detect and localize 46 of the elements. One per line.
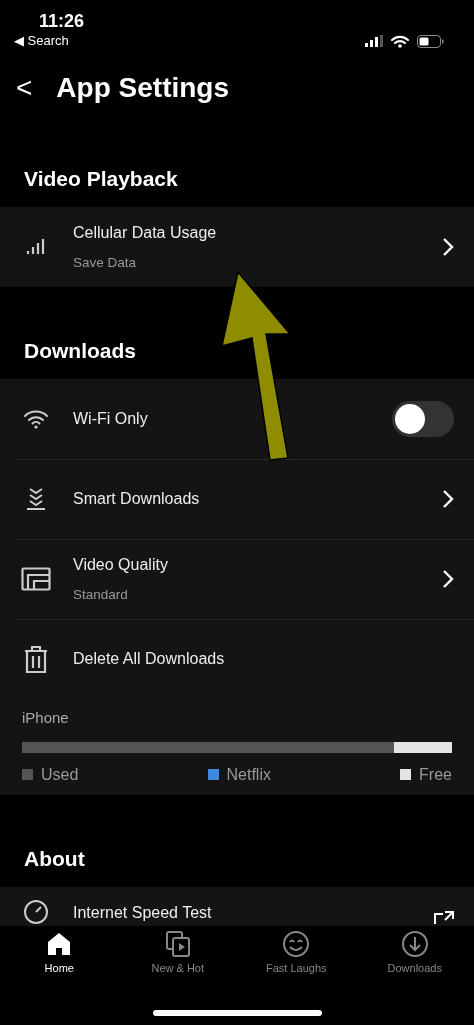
chevron-right-icon xyxy=(442,489,454,509)
row-label: Internet Speed Test xyxy=(73,902,212,923)
legend-label: Netflix xyxy=(226,764,271,785)
smiley-icon xyxy=(282,930,311,958)
tab-bar-item[interactable]: Home xyxy=(4,930,115,977)
back-to-search-link[interactable]: ◀ Search xyxy=(14,32,85,50)
legend-label: Free xyxy=(419,764,452,785)
section-heading: About xyxy=(23,845,86,872)
tab-bar-item[interactable]: New & Hot xyxy=(122,930,233,977)
download-circle-icon xyxy=(400,930,429,958)
section-heading: Video Playback xyxy=(23,166,179,192)
row-label: Wi-Fi Only xyxy=(73,409,148,429)
row-label: Smart Downloads xyxy=(73,489,200,509)
chevron-right-icon xyxy=(442,237,454,257)
download-chevrons-icon xyxy=(26,487,46,511)
speedometer-icon xyxy=(23,898,49,925)
settings-row[interactable]: Smart Downloads xyxy=(0,459,474,539)
toggle-switch[interactable] xyxy=(392,401,454,437)
row-label: Video Quality xyxy=(73,554,168,575)
settings-row[interactable]: Wi-Fi Only xyxy=(0,379,474,459)
row-value: Standard xyxy=(73,585,129,604)
external-link-icon xyxy=(434,910,454,925)
section-heading: Downloads xyxy=(23,338,137,364)
row-value: Save Data xyxy=(73,253,138,272)
stacked-play-icon xyxy=(163,930,192,958)
picture-in-picture-icon xyxy=(21,567,51,591)
signal-bars-icon xyxy=(26,237,46,257)
back-button[interactable]: < xyxy=(16,73,33,102)
device-name: iPhone xyxy=(22,708,70,728)
wifi-icon xyxy=(23,409,49,429)
settings-row[interactable]: Cellular Data Usage Save Data xyxy=(0,207,474,287)
legend-label: Used xyxy=(41,764,79,785)
battery-icon xyxy=(417,34,444,48)
settings-row[interactable]: Video Quality Standard xyxy=(0,539,474,619)
page-title: App Settings xyxy=(56,70,230,105)
trash-icon xyxy=(24,645,48,673)
signal-icon xyxy=(365,35,383,47)
row-label: Delete All Downloads xyxy=(73,649,225,669)
chevron-right-icon xyxy=(442,569,454,589)
tab-bar-item[interactable]: Downloads xyxy=(359,930,470,977)
status-time: 11:26 xyxy=(39,10,85,32)
settings-row[interactable]: Internet Speed Test xyxy=(0,886,474,927)
tab-bar-item[interactable]: Fast Laughs xyxy=(241,930,352,977)
row-label: Cellular Data Usage xyxy=(73,222,217,243)
settings-row[interactable]: Delete All Downloads xyxy=(0,619,474,699)
wifi-icon xyxy=(391,34,409,48)
